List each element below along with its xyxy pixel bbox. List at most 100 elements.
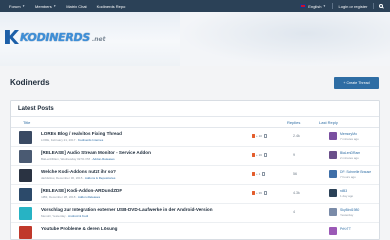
pages-icon[interactable] xyxy=(262,172,266,176)
last-reply-user[interactable]: PrKrTT xyxy=(340,227,351,231)
thread-category[interactable]: Kodinerds Internes xyxy=(78,138,103,142)
nav-divider xyxy=(331,3,333,9)
create-thread-button[interactable]: + Create Thread xyxy=(334,77,379,89)
last-reply-avatar[interactable] xyxy=(329,208,337,216)
nav-matrix-chat[interactable]: Matrix Chat xyxy=(66,4,86,9)
login-link[interactable]: Login or register xyxy=(339,4,368,9)
table-row[interactable]: Youtube Probleme & deren Lösung PrKrTT xyxy=(11,223,379,239)
site-logo[interactable]: KODINERDS .net xyxy=(5,30,105,44)
thread-author[interactable]: darkfellow xyxy=(41,176,54,180)
thread-meta: MenoD, Yesterday · Android & Kodi xyxy=(41,214,89,218)
avatar[interactable] xyxy=(19,207,32,220)
thread-stats: + 1 xyxy=(252,172,266,176)
kodi-logo-icon xyxy=(5,30,19,44)
latest-posts-panel: Latest Posts Title Replies Last Reply LO… xyxy=(10,100,380,240)
nav-user-area: English ▼ Login or register xyxy=(294,3,383,9)
reply-count: 2.4k xyxy=(293,134,300,138)
thread-meta: darkfellow, December 30, 2015 · Addons &… xyxy=(41,176,116,180)
thread-stats: + 16 xyxy=(252,153,267,157)
avatar[interactable] xyxy=(19,131,32,144)
chevron-down-icon: ▼ xyxy=(53,4,57,8)
chevron-down-icon: ▼ xyxy=(22,4,26,8)
thread-category[interactable]: Addon-Releases xyxy=(93,157,115,161)
thread-category[interactable]: Addons & Repositories xyxy=(85,176,116,180)
thread-stats: + 36 xyxy=(252,191,267,195)
nav-forum[interactable]: Forum ▼ xyxy=(9,4,25,9)
last-reply-time: 7 minutes ago xyxy=(340,137,359,141)
logo-text: KODINERDS xyxy=(20,31,90,44)
last-reply-user[interactable]: DF: Schnelle Brause xyxy=(340,170,371,174)
pages-icon[interactable] xyxy=(263,153,267,157)
reply-count: 9 xyxy=(293,153,295,157)
top-navigation: Forum ▼ Members ▼ Matrix Chat Kodinerds Re… xyxy=(0,0,390,12)
last-reply-avatar[interactable] xyxy=(329,132,337,140)
thread-date: Wednesday 02:51 PM xyxy=(60,157,90,161)
like-icon xyxy=(252,153,255,157)
last-reply-user[interactable]: SkyBird1980 xyxy=(340,208,359,212)
nav-members-label: Members xyxy=(35,3,52,9)
thread-meta: LORE, February 21, 2017 · Kodinerds Inte… xyxy=(41,138,104,142)
pages-icon[interactable] xyxy=(263,191,267,195)
table-row[interactable]: Vorschlag zur Integration externer USB-D… xyxy=(11,204,379,223)
like-count: + 10 xyxy=(256,134,262,138)
thread-title[interactable]: [RELEASE] Kodi-Addon-ARDundZDF xyxy=(41,188,122,193)
last-reply-user[interactable]: rdB3 xyxy=(340,189,347,193)
like-count: + 16 xyxy=(256,153,262,157)
page-title: Kodinerds xyxy=(10,78,50,87)
table-row[interactable]: LOREs Blog / realvitos Fixing Thread LORE… xyxy=(11,128,379,147)
thread-title[interactable]: Vorschlag zur Integration externer USB-D… xyxy=(41,207,213,212)
uk-flag-icon xyxy=(300,4,307,8)
nav-forum-label: Forum xyxy=(9,3,21,9)
language-selector[interactable]: English ▼ xyxy=(300,4,326,9)
last-reply-avatar[interactable] xyxy=(329,189,337,197)
search-icon[interactable] xyxy=(379,4,383,8)
avatar[interactable] xyxy=(19,169,32,182)
avatar[interactable] xyxy=(19,150,32,163)
thread-author[interactable]: BiaLenDRam xyxy=(41,157,59,161)
thread-title[interactable]: [RELEASE] Audio Stream Monitor - Service… xyxy=(41,150,151,155)
thread-meta: BiaLenDRam, Wednesday 02:51 PM · Addon-R… xyxy=(41,157,115,161)
last-reply-user[interactable]: MemoryMo xyxy=(340,132,357,136)
column-replies[interactable]: Replies xyxy=(287,120,300,125)
table-row[interactable]: [RELEASE] Audio Stream Monitor - Service… xyxy=(11,147,379,166)
reply-count: 4.3k xyxy=(293,191,300,195)
last-reply-time: 2 minutes ago xyxy=(340,156,359,160)
reply-count: 56 xyxy=(293,172,297,176)
last-reply-user[interactable]: BiaLenDRam xyxy=(340,151,360,155)
thread-title[interactable]: Youtube Probleme & deren Lösung xyxy=(41,226,117,231)
last-reply-avatar[interactable] xyxy=(329,170,337,178)
nav-repo-label: Kodinerds Repo xyxy=(96,3,126,9)
column-last-reply[interactable]: Last Reply xyxy=(319,120,338,125)
last-reply-avatar[interactable] xyxy=(329,227,337,235)
thread-category[interactable]: Addon-Releases xyxy=(78,195,100,199)
thread-author[interactable]: rdB3 xyxy=(41,195,47,199)
table-row[interactable]: [RELEASE] Kodi-Addon-ARDundZDF rdB3, Dece… xyxy=(11,185,379,204)
last-reply-avatar[interactable] xyxy=(329,151,337,159)
nav-divider xyxy=(373,3,374,9)
like-count: + 1 xyxy=(256,172,261,176)
pages-icon[interactable] xyxy=(263,134,267,138)
thread-date: Yesterday xyxy=(52,214,66,218)
column-headers: Title Replies Last Reply xyxy=(11,117,379,128)
column-title[interactable]: Title xyxy=(23,120,30,125)
last-reply-time: 1 day ago xyxy=(340,194,354,198)
thread-category[interactable]: Android & Kodi xyxy=(68,214,88,218)
thread-date: February 21, 2017 xyxy=(50,138,76,142)
like-icon xyxy=(252,172,255,176)
table-row[interactable]: Welche Kodi-Addons nutzt ihr so? darkfell… xyxy=(11,166,379,185)
chevron-down-icon: ▼ xyxy=(322,4,326,8)
like-count: + 36 xyxy=(256,191,262,195)
last-reply-time: Yesterday xyxy=(340,213,354,217)
reply-count: 4 xyxy=(293,210,295,214)
thread-title[interactable]: LOREs Blog / realvitos Fixing Thread xyxy=(41,131,122,136)
thread-author[interactable]: MenoD xyxy=(41,214,51,218)
avatar[interactable] xyxy=(19,226,32,239)
thread-author[interactable]: LORE xyxy=(41,138,49,142)
avatar[interactable] xyxy=(19,188,32,201)
like-icon xyxy=(252,134,255,138)
thread-stats: + 10 xyxy=(252,134,267,138)
nav-kodinerds-repo[interactable]: Kodinerds Repo xyxy=(97,4,126,9)
nav-members[interactable]: Members ▼ xyxy=(35,4,56,9)
thread-title[interactable]: Welche Kodi-Addons nutzt ihr so? xyxy=(41,169,116,174)
page-header: Kodinerds xyxy=(0,66,390,96)
